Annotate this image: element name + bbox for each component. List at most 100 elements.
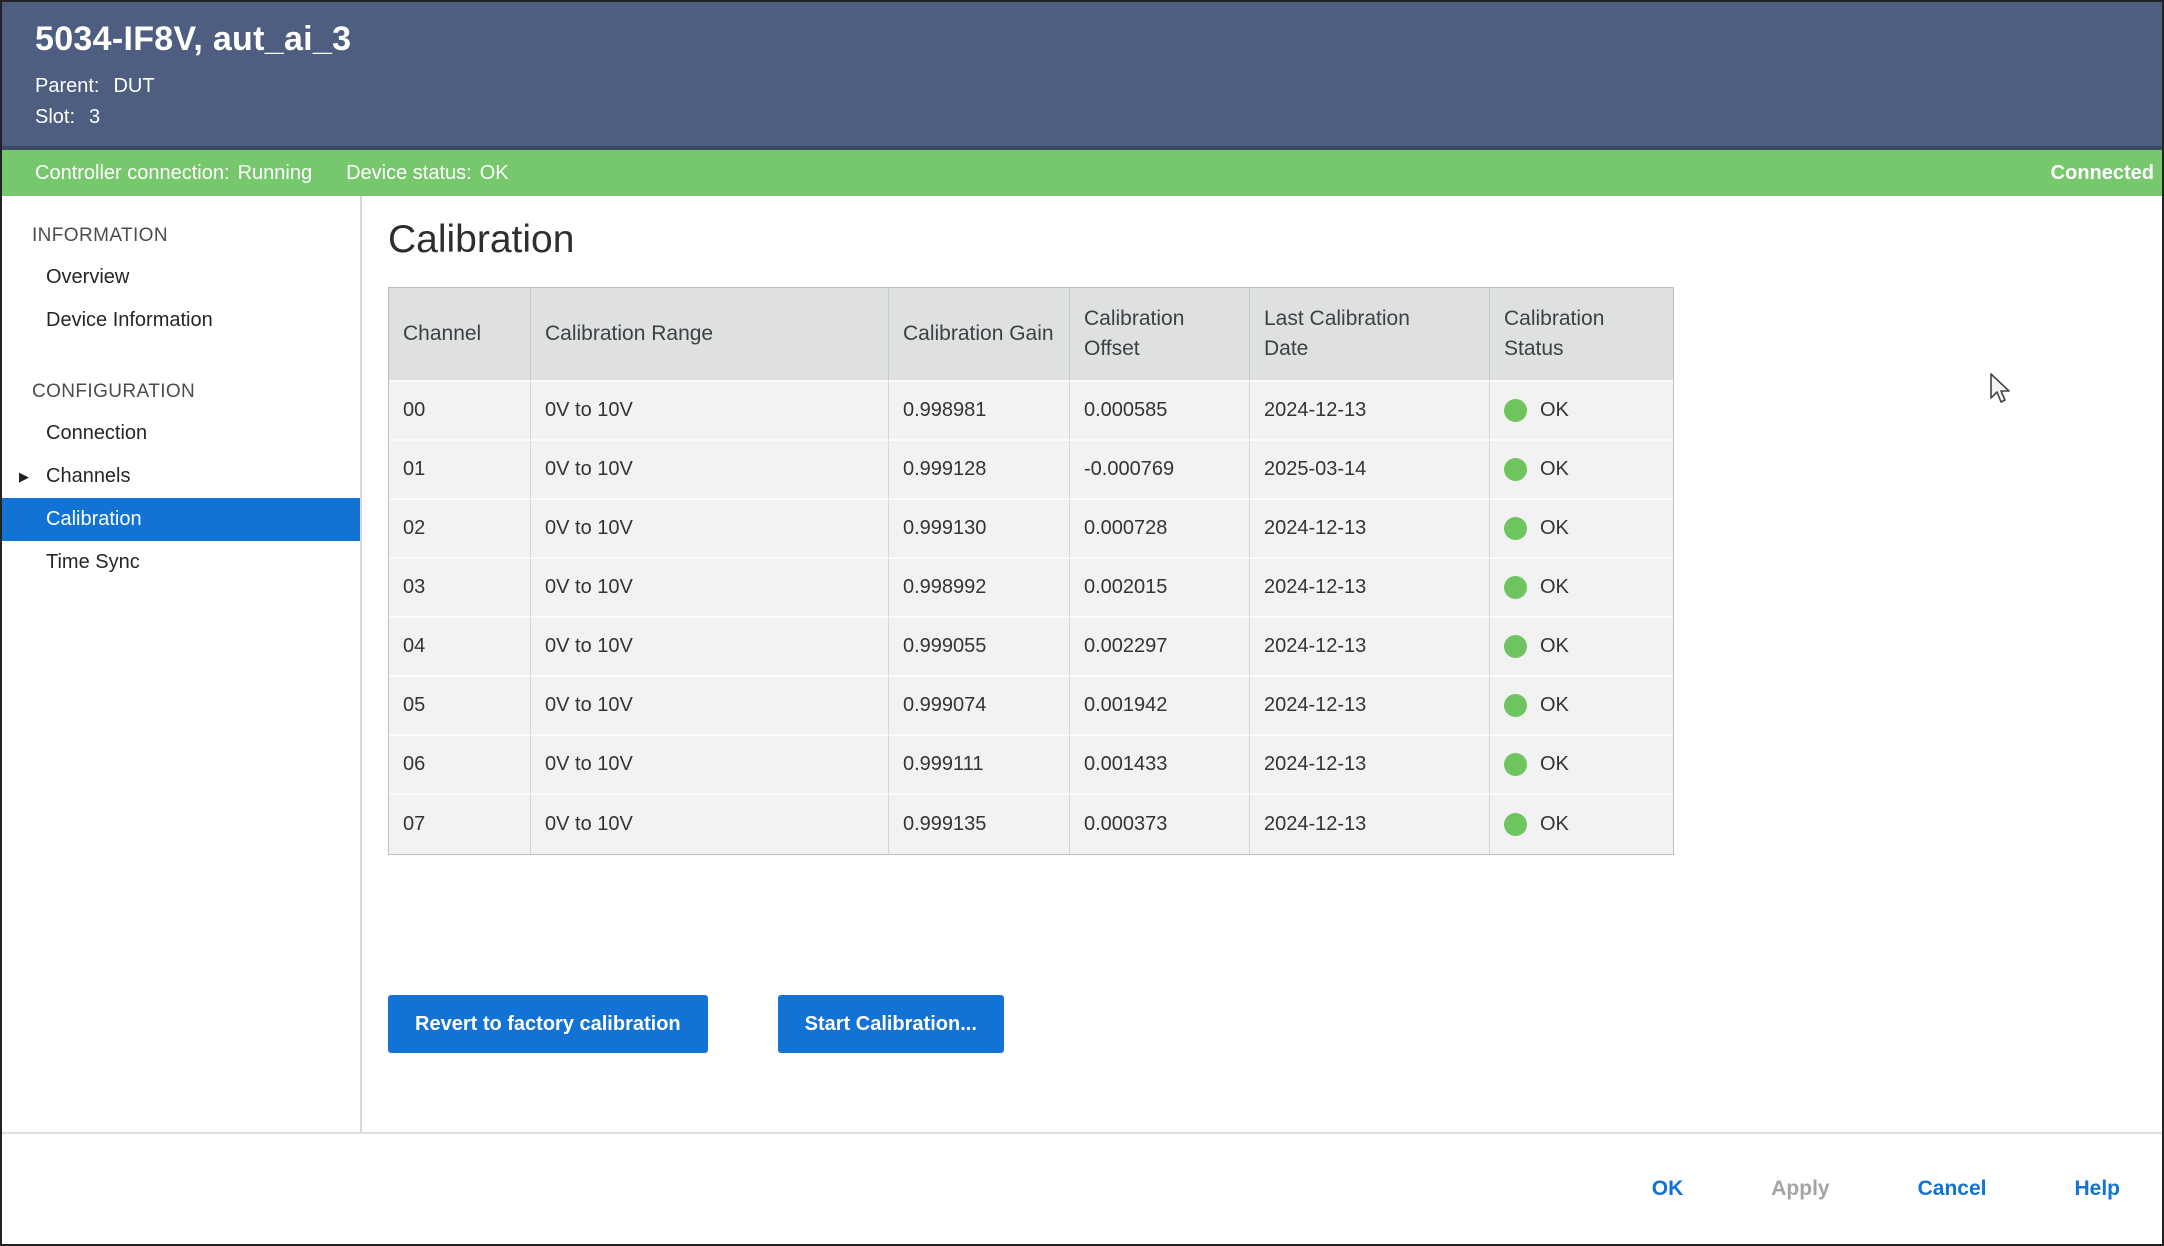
cell-status: OK	[1490, 559, 1673, 618]
parent-label: Parent:	[35, 75, 99, 97]
cell-gain: 0.999074	[889, 677, 1070, 736]
status-text: OK	[1540, 458, 1569, 481]
sidebar-item-connection[interactable]: Connection	[2, 412, 360, 455]
cell-range: 0V to 10V	[531, 441, 889, 500]
slot-value: 3	[89, 106, 100, 128]
table-row: 01 0V to 10V 0.999128 -0.000769 2025-03-…	[389, 441, 1673, 500]
cancel-button[interactable]: Cancel	[1918, 1177, 1987, 1201]
cell-offset: 0.001433	[1070, 736, 1250, 795]
status-ok-dot-icon	[1504, 753, 1527, 776]
col-header-channel: Channel	[389, 288, 531, 382]
table-row: 05 0V to 10V 0.999074 0.001942 2024-12-1…	[389, 677, 1673, 736]
device-status-label: Device status:	[346, 162, 472, 184]
sidebar-nav: INFORMATION Overview Device Information …	[2, 196, 362, 1132]
cell-offset: 0.000585	[1070, 382, 1250, 441]
cell-status: OK	[1490, 441, 1673, 500]
sidebar-section-configuration: CONFIGURATION	[2, 372, 360, 412]
cell-date: 2024-12-13	[1250, 559, 1490, 618]
main-content: Calibration Channel Calibration Range Ca…	[362, 196, 2162, 1132]
controller-connection-status: Controller connection: Running	[35, 162, 312, 185]
status-ok-dot-icon	[1504, 694, 1527, 717]
cell-date: 2024-12-13	[1250, 736, 1490, 795]
device-status-value: OK	[480, 162, 509, 184]
calibration-actions: Revert to factory calibration Start Cali…	[388, 995, 2162, 1053]
page-title: Calibration	[388, 218, 2162, 262]
revert-factory-calibration-button[interactable]: Revert to factory calibration	[388, 995, 708, 1053]
cell-gain: 0.998981	[889, 382, 1070, 441]
cell-offset: 0.000373	[1070, 795, 1250, 854]
table-row: 04 0V to 10V 0.999055 0.002297 2024-12-1…	[389, 618, 1673, 677]
controller-connection-label: Controller connection:	[35, 162, 230, 184]
cell-channel: 02	[389, 500, 531, 559]
cell-channel: 05	[389, 677, 531, 736]
status-text: OK	[1540, 813, 1569, 836]
cell-range: 0V to 10V	[531, 795, 889, 854]
slot-label: Slot:	[35, 106, 75, 128]
cell-range: 0V to 10V	[531, 677, 889, 736]
cell-status: OK	[1490, 736, 1673, 795]
status-text: OK	[1540, 753, 1569, 776]
status-ok-dot-icon	[1504, 399, 1527, 422]
cell-offset: 0.002297	[1070, 618, 1250, 677]
cell-offset: 0.002015	[1070, 559, 1250, 618]
col-header-calibration-status: Calibration Status	[1490, 288, 1673, 382]
col-header-calibration-offset: Calibration Offset	[1070, 288, 1250, 382]
sidebar-item-device-information[interactable]: Device Information	[2, 299, 360, 342]
sidebar-item-calibration[interactable]: Calibration	[2, 498, 360, 541]
cell-date: 2024-12-13	[1250, 677, 1490, 736]
cell-range: 0V to 10V	[531, 500, 889, 559]
cell-gain: 0.999055	[889, 618, 1070, 677]
status-ok-dot-icon	[1504, 576, 1527, 599]
status-bar: Controller connection: Running Device sta…	[2, 146, 2162, 196]
apply-button[interactable]: Apply	[1771, 1177, 1829, 1201]
status-ok-dot-icon	[1504, 458, 1527, 481]
sidebar-item-overview[interactable]: Overview	[2, 256, 360, 299]
table-row: 00 0V to 10V 0.998981 0.000585 2024-12-1…	[389, 382, 1673, 441]
cell-range: 0V to 10V	[531, 382, 889, 441]
cell-offset: 0.001942	[1070, 677, 1250, 736]
table-row: 06 0V to 10V 0.999111 0.001433 2024-12-1…	[389, 736, 1673, 795]
table-row: 07 0V to 10V 0.999135 0.000373 2024-12-1…	[389, 795, 1673, 854]
device-status: Device status: OK	[346, 162, 509, 185]
device-title: 5034-IF8V, aut_ai_3	[35, 20, 2162, 59]
col-header-calibration-gain: Calibration Gain	[889, 288, 1070, 382]
col-header-last-calibration-date: Last Calibration Date	[1250, 288, 1490, 382]
cell-gain: 0.999128	[889, 441, 1070, 500]
channels-expander-icon[interactable]: ▶	[19, 469, 29, 485]
help-button[interactable]: Help	[2074, 1177, 2120, 1201]
status-ok-dot-icon	[1504, 517, 1527, 540]
cell-offset: 0.000728	[1070, 500, 1250, 559]
cell-date: 2024-12-13	[1250, 382, 1490, 441]
cell-date: 2024-12-13	[1250, 618, 1490, 677]
cell-status: OK	[1490, 677, 1673, 736]
cell-channel: 07	[389, 795, 531, 854]
cell-gain: 0.999130	[889, 500, 1070, 559]
sidebar-item-channels-label: Channels	[46, 465, 131, 487]
status-text: OK	[1540, 399, 1569, 422]
cell-range: 0V to 10V	[531, 736, 889, 795]
cell-status: OK	[1490, 618, 1673, 677]
cell-offset: -0.000769	[1070, 441, 1250, 500]
cell-date: 2024-12-13	[1250, 500, 1490, 559]
dialog-footer: OK Apply Cancel Help	[2, 1132, 2162, 1244]
ok-button[interactable]: OK	[1652, 1177, 1684, 1201]
sidebar-item-channels[interactable]: ▶ Channels	[2, 455, 360, 498]
status-text: OK	[1540, 576, 1569, 599]
cell-status: OK	[1490, 382, 1673, 441]
cell-channel: 06	[389, 736, 531, 795]
sidebar-item-time-sync[interactable]: Time Sync	[2, 541, 360, 584]
device-parent-row: Parent:DUT	[35, 71, 2162, 102]
start-calibration-button[interactable]: Start Calibration...	[778, 995, 1004, 1053]
status-ok-dot-icon	[1504, 635, 1527, 658]
status-ok-dot-icon	[1504, 813, 1527, 836]
cell-channel: 03	[389, 559, 531, 618]
controller-connection-value: Running	[238, 162, 313, 184]
cell-channel: 01	[389, 441, 531, 500]
device-slot-row: Slot: 3	[35, 102, 2162, 133]
device-header: 5034-IF8V, aut_ai_3 Parent:DUT Slot: 3	[2, 2, 2162, 146]
calibration-table: Channel Calibration Range Calibration Ga…	[388, 287, 1674, 855]
cell-channel: 00	[389, 382, 531, 441]
cell-date: 2024-12-13	[1250, 795, 1490, 854]
cell-range: 0V to 10V	[531, 618, 889, 677]
cell-status: OK	[1490, 500, 1673, 559]
